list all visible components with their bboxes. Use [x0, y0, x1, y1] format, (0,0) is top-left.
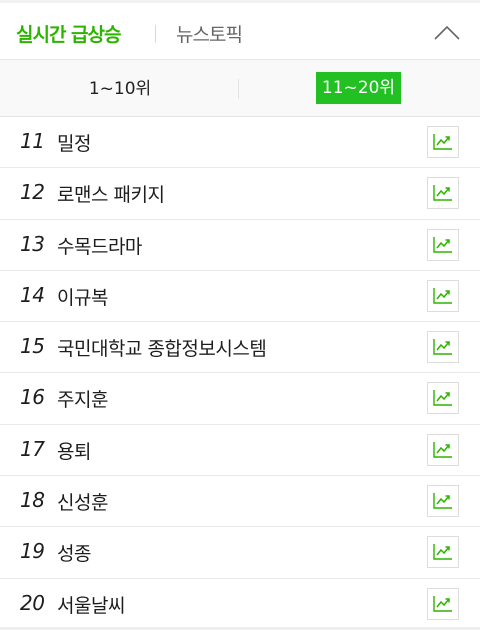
range-separator: [238, 79, 239, 99]
rank-number: 12: [20, 180, 45, 205]
list-item[interactable]: 15 국민대학교 종합정보시스템: [0, 322, 480, 374]
rank-range-tabs: 1~10위 11~20위: [0, 59, 480, 117]
rank-number: 16: [20, 385, 45, 410]
keyword-text[interactable]: 신성훈: [57, 488, 108, 515]
header: 실시간 급상승 뉴스토픽: [0, 3, 480, 59]
tab-rank-11-20[interactable]: 11~20위: [316, 72, 401, 104]
trend-chart-button[interactable]: [427, 331, 459, 364]
keyword-text[interactable]: 용퇴: [57, 437, 91, 464]
trend-chart-button[interactable]: [427, 126, 459, 158]
keyword-text[interactable]: 로맨스 패키지: [57, 180, 165, 207]
keyword-list: 11 밀정 12 로맨스 패키지 13 수목드라마 14 이규복 15 국민대학…: [0, 117, 480, 630]
list-item[interactable]: 18 신성훈: [0, 476, 480, 528]
trend-chart-icon: [433, 441, 452, 458]
keyword-text[interactable]: 국민대학교 종합정보시스템: [57, 334, 267, 361]
keyword-text[interactable]: 주지훈: [57, 385, 108, 412]
keyword-text[interactable]: 수목드라마: [57, 232, 142, 259]
rank-number: 20: [20, 590, 45, 615]
rank-number: 19: [20, 539, 45, 564]
tab-separator: [155, 25, 156, 43]
keyword-text[interactable]: 서울날씨: [57, 591, 125, 618]
keyword-text[interactable]: 성종: [57, 539, 91, 566]
trend-chart-icon: [433, 134, 452, 150]
list-item[interactable]: 17 용퇴: [0, 425, 480, 477]
trend-chart-button[interactable]: [427, 228, 459, 261]
trend-chart-button[interactable]: [427, 587, 459, 620]
keyword-text[interactable]: 이규복: [57, 283, 108, 310]
trend-chart-button[interactable]: [427, 382, 459, 415]
trend-chart-icon: [433, 493, 452, 509]
rank-number: 18: [20, 488, 45, 513]
trend-chart-button[interactable]: [427, 279, 459, 312]
rank-number: 11: [20, 129, 45, 153]
trend-chart-button[interactable]: [427, 485, 459, 518]
trend-chart-button[interactable]: [427, 433, 459, 466]
rank-number: 15: [20, 334, 45, 359]
list-item[interactable]: 14 이규복: [0, 271, 480, 323]
rank-number: 13: [20, 231, 45, 256]
tab-news-topic[interactable]: 뉴스토픽: [176, 20, 243, 47]
list-item[interactable]: 20 서울날씨: [0, 579, 480, 630]
tab-realtime-rising[interactable]: 실시간 급상승: [16, 20, 121, 47]
trend-chart-icon: [433, 287, 452, 304]
chevron-up-icon[interactable]: [432, 17, 462, 47]
rank-number: 17: [20, 436, 45, 461]
trend-chart-button[interactable]: [427, 177, 459, 210]
tab-rank-1-10[interactable]: 1~10위: [70, 74, 170, 104]
list-item[interactable]: 19 성종: [0, 527, 480, 579]
trend-chart-button[interactable]: [427, 536, 459, 569]
trend-chart-icon: [433, 544, 452, 561]
list-item[interactable]: 12 로맨스 패키지: [0, 168, 480, 220]
trend-chart-icon: [433, 339, 452, 355]
rank-number: 14: [20, 282, 45, 307]
list-item[interactable]: 13 수목드라마: [0, 220, 480, 271]
keyword-text[interactable]: 밀정: [57, 129, 91, 156]
trend-chart-icon: [433, 236, 452, 253]
list-item[interactable]: 16 주지훈: [0, 373, 480, 425]
trend-chart-icon: [433, 595, 452, 612]
list-item[interactable]: 11 밀정: [0, 117, 480, 169]
trend-chart-icon: [433, 390, 452, 407]
trend-chart-icon: [433, 185, 452, 201]
